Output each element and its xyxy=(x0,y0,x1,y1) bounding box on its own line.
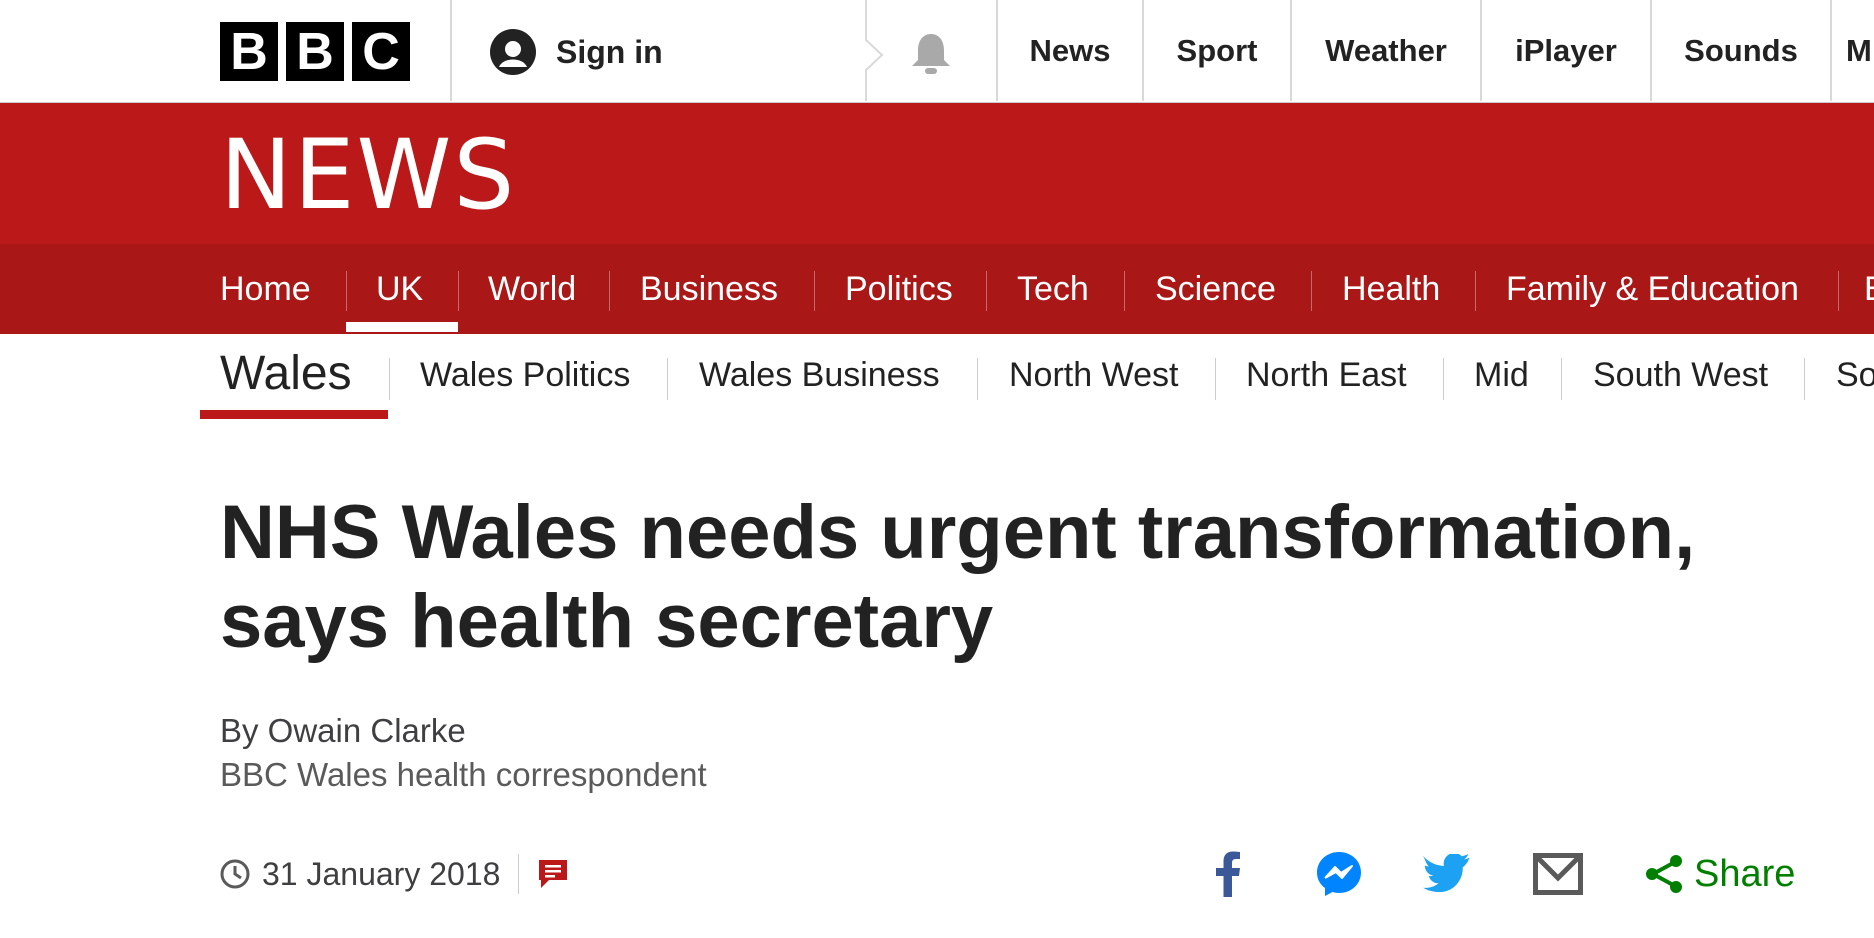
sub-nav-north-west[interactable]: North West xyxy=(1009,356,1178,395)
divider xyxy=(986,271,987,311)
sub-nav-south-west[interactable]: South West xyxy=(1593,356,1768,395)
section-tech[interactable]: Tech xyxy=(1017,244,1089,334)
topnav-iplayer[interactable]: iPlayer xyxy=(1482,0,1650,101)
bbc-logo-letter: C xyxy=(352,22,410,81)
sub-nav-more[interactable]: So xyxy=(1836,356,1874,395)
divider xyxy=(1443,358,1444,400)
comments-icon[interactable] xyxy=(537,858,569,890)
section-politics[interactable]: Politics xyxy=(845,244,953,334)
notifications-bell-icon[interactable] xyxy=(908,30,954,83)
divider xyxy=(977,358,978,400)
bbc-logo[interactable]: B B C xyxy=(220,22,410,81)
byline-role: BBC Wales health correspondent xyxy=(220,756,707,793)
sub-nav-wales-business[interactable]: Wales Business xyxy=(699,356,940,395)
sub-nav-title-wales[interactable]: Wales xyxy=(220,346,352,401)
news-wordmark[interactable]: NEWS xyxy=(220,127,516,223)
section-world[interactable]: World xyxy=(488,244,576,334)
active-section-indicator xyxy=(346,322,458,332)
share-label: Share xyxy=(1694,852,1796,895)
divider xyxy=(1830,0,1832,101)
section-uk[interactable]: UK xyxy=(376,244,423,334)
article-meta: 31 January 2018 xyxy=(220,854,569,894)
divider xyxy=(609,271,610,311)
sub-nav-north-east[interactable]: North East xyxy=(1246,356,1407,395)
section-nav: Home UK World Business Politics Tech Sci… xyxy=(0,244,1874,334)
sub-nav-wales-politics[interactable]: Wales Politics xyxy=(420,356,630,395)
bbc-logo-letter: B xyxy=(220,22,278,81)
publish-date: 31 January 2018 xyxy=(262,855,501,892)
divider xyxy=(450,0,452,101)
messenger-icon[interactable] xyxy=(1314,846,1364,902)
wales-sub-nav: Wales Wales Politics Wales Business Nort… xyxy=(0,334,1874,424)
sign-in-label: Sign in xyxy=(556,33,663,70)
chevron-divider xyxy=(865,0,884,101)
divider xyxy=(346,271,347,311)
headline-line-2: says health secretary xyxy=(220,579,994,664)
section-family-education[interactable]: Family & Education xyxy=(1506,244,1799,334)
sub-nav-mid[interactable]: Mid xyxy=(1474,356,1529,395)
clock-icon xyxy=(220,859,250,889)
topnav-sounds[interactable]: Sounds xyxy=(1652,0,1830,101)
email-icon[interactable] xyxy=(1530,846,1586,902)
divider xyxy=(1215,358,1216,400)
bbc-logo-letter: B xyxy=(286,22,344,81)
headline-line-1: NHS Wales needs urgent transformation, xyxy=(220,490,1696,575)
top-bar: B B C Sign in News Sport Weather iPlayer… xyxy=(0,0,1874,103)
news-banner: NEWS xyxy=(0,103,1874,244)
sub-nav-active-indicator xyxy=(200,410,388,419)
divider xyxy=(1124,271,1125,311)
topnav-weather[interactable]: Weather xyxy=(1292,0,1480,101)
section-home[interactable]: Home xyxy=(220,244,311,334)
topnav-news[interactable]: News xyxy=(998,0,1142,101)
divider xyxy=(458,271,459,311)
divider xyxy=(389,358,390,400)
sign-in-button[interactable]: Sign in xyxy=(490,29,663,75)
share-button[interactable]: Share xyxy=(1644,846,1804,902)
topnav-sport[interactable]: Sport xyxy=(1144,0,1290,101)
article-headline: NHS Wales needs urgent transformation, s… xyxy=(220,488,1820,666)
divider xyxy=(667,358,668,400)
topnav-more[interactable]: M xyxy=(1846,0,1874,101)
user-icon xyxy=(490,29,536,75)
share-icon xyxy=(1646,855,1682,893)
section-science[interactable]: Science xyxy=(1155,244,1276,334)
divider xyxy=(1311,271,1312,311)
byline-author: By Owain Clarke xyxy=(220,712,466,749)
divider xyxy=(518,854,520,894)
divider xyxy=(1561,358,1562,400)
divider xyxy=(1804,358,1805,400)
facebook-icon[interactable] xyxy=(1208,846,1248,902)
section-more[interactable]: E xyxy=(1864,244,1874,334)
section-health[interactable]: Health xyxy=(1342,244,1440,334)
divider xyxy=(814,271,815,311)
divider xyxy=(1475,271,1476,311)
section-business[interactable]: Business xyxy=(640,244,778,334)
twitter-icon[interactable] xyxy=(1422,846,1472,902)
divider xyxy=(1838,271,1839,311)
